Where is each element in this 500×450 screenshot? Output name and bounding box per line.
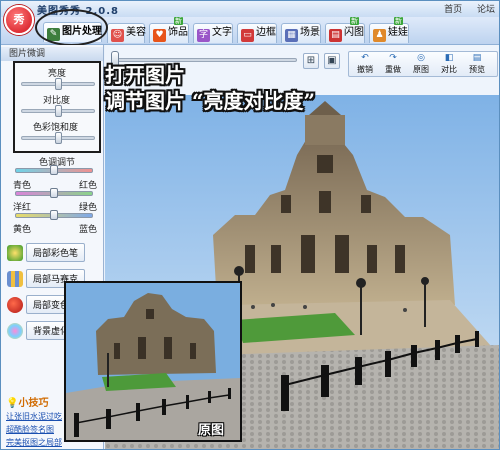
- new-badge: 新: [174, 17, 183, 25]
- app-logo: 秀: [4, 5, 34, 35]
- preview-icon: ▤: [472, 53, 482, 63]
- app-title: 美图秀秀 2.0.8: [37, 6, 119, 17]
- tab-accessories[interactable]: 新 ♥ 饰品: [149, 17, 189, 43]
- title-bar: 美图秀秀 2.0.8 首页 论坛: [1, 1, 499, 17]
- forum-link[interactable]: 论坛: [477, 5, 495, 15]
- mosaic-icon: [7, 270, 23, 287]
- flash-icon: ▤: [329, 29, 342, 42]
- red-label: 红色: [79, 181, 98, 191]
- tab-label: 图片处理: [62, 26, 102, 37]
- contrast-slider-thumb[interactable]: [55, 105, 62, 117]
- magenta-label: 洋红: [13, 203, 32, 213]
- annotation-adjust-brightness: 调节图片 “亮度对比度”: [105, 89, 315, 113]
- tab-label: 娃娃: [388, 27, 408, 38]
- app-window: 美图秀秀 2.0.8 首页 论坛 ✎ 图片处理 ☺ 美容 新 ♥ 饰品 字文字 ▭ 边框…: [0, 0, 500, 450]
- tab-label: 闪图: [344, 27, 364, 38]
- tab-flash[interactable]: 新 ▤ 闪图: [325, 17, 365, 43]
- original-photo: [66, 283, 240, 440]
- blur-icon: [7, 322, 23, 339]
- color-pen-icon: [7, 244, 23, 261]
- lightbulb-icon: 💡: [6, 398, 19, 409]
- frame-icon: ▭: [241, 29, 254, 42]
- blue-label: 蓝色: [79, 225, 98, 235]
- tab-label: 边框: [256, 27, 276, 38]
- doll-icon: ♟: [373, 29, 386, 42]
- undo-icon: ↶: [361, 53, 369, 63]
- tab-doll[interactable]: 新 ♟ 娃娃: [369, 17, 409, 43]
- tips-title: 💡小技巧: [6, 398, 49, 409]
- new-badge: 新: [394, 17, 403, 25]
- tab-image-edit[interactable]: ✎ 图片处理: [43, 22, 102, 42]
- original-icon: ◎: [417, 53, 425, 63]
- tab-beauty[interactable]: ☺ 美容: [107, 23, 146, 43]
- original-label: 原图: [198, 423, 225, 438]
- tab-scene[interactable]: ▦ 场景: [281, 23, 321, 43]
- apple-icon: [7, 296, 23, 313]
- brightness-contrast-box: 亮度 对比度 色彩饱和度: [13, 61, 101, 153]
- yellow-blue-slider-thumb[interactable]: [50, 210, 58, 220]
- cyan-label: 青色: [13, 181, 32, 191]
- text-icon: 字: [197, 29, 210, 42]
- tip-link[interactable]: 超酷脸签名图: [6, 424, 54, 435]
- original-button[interactable]: ◎ 原图: [409, 53, 433, 75]
- edit-toolbar-group: ↶ 撤销 ↷ 重做 ◎ 原图 ◧ 对比 ▤ 预览: [348, 51, 498, 77]
- tab-label: 美容: [126, 27, 146, 38]
- tab-label: 饰品: [168, 27, 188, 38]
- tab-text[interactable]: 字文字: [193, 23, 233, 43]
- tip-link[interactable]: 完美抠图之局部: [6, 437, 62, 448]
- fit-screen-icon[interactable]: ⊞: [303, 53, 319, 69]
- redo-icon: ↷: [389, 53, 397, 63]
- preview-button[interactable]: ▤ 预览: [465, 53, 489, 75]
- tab-label: 文字: [212, 27, 232, 38]
- actual-size-icon[interactable]: ▣: [324, 53, 340, 69]
- compare-icon: ◧: [444, 53, 454, 63]
- tab-frame[interactable]: ▭ 边框: [237, 23, 277, 43]
- saturation-label: 色彩饱和度: [33, 123, 79, 133]
- image-edit-icon: ✎: [47, 28, 60, 41]
- original-image-inset: 原图: [64, 281, 242, 442]
- new-badge: 新: [350, 17, 359, 25]
- yellow-label: 黄色: [13, 225, 32, 235]
- undo-button[interactable]: ↶ 撤销: [353, 53, 377, 75]
- brightness-slider-thumb[interactable]: [55, 78, 62, 90]
- annotation-open-image: 打开图片: [105, 63, 185, 87]
- compare-button[interactable]: ◧ 对比: [437, 53, 461, 75]
- saturation-slider-thumb[interactable]: [55, 132, 62, 144]
- panel-header: 图片微调: [1, 47, 103, 61]
- tab-label: 场景: [300, 27, 320, 38]
- magenta-green-slider-thumb[interactable]: [50, 188, 58, 198]
- heart-icon: ♥: [153, 29, 166, 42]
- tip-link[interactable]: 让张旧水泥过吃: [6, 411, 62, 422]
- home-link[interactable]: 首页: [444, 5, 462, 15]
- titlebar-links: 首页 论坛: [432, 2, 495, 15]
- green-label: 绿色: [79, 203, 98, 213]
- scene-icon: ▦: [285, 29, 298, 42]
- tab-bar: ✎ 图片处理 ☺ 美容 新 ♥ 饰品 字文字 ▭ 边框 ▦ 场景 新 ▤ 闪图 新 ♟ 娃娃: [1, 17, 499, 45]
- cyan-red-slider-thumb[interactable]: [50, 165, 58, 175]
- local-color-pen-button[interactable]: 局部彩色笔: [7, 243, 86, 262]
- face-icon: ☺: [111, 29, 124, 42]
- redo-button[interactable]: ↷ 重做: [381, 53, 405, 75]
